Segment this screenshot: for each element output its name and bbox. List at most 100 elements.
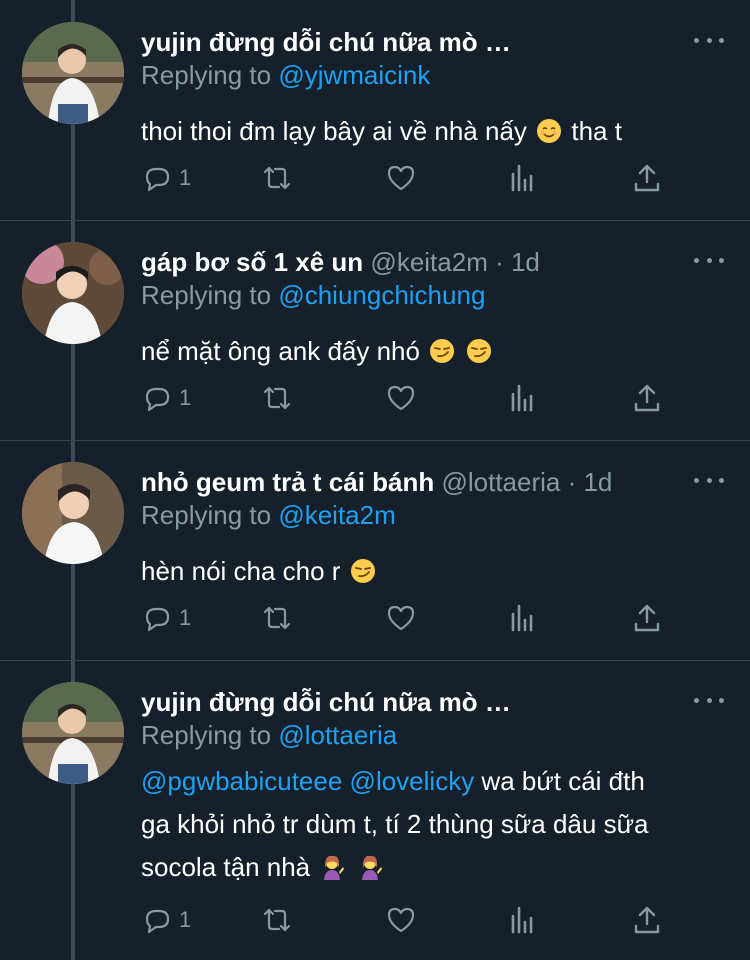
woman-tipping-hand-emoji: [361, 855, 382, 880]
smirk-emoji: [350, 559, 375, 583]
tweet-line-2: ga khỏi nhỏ tr dùm t, tí 2 thùng sữa dâu…: [141, 809, 649, 839]
heart-icon: [387, 605, 415, 631]
heart-icon: [387, 385, 415, 411]
replying-to: Replying to @keita2m: [141, 498, 396, 532]
replying-to: Replying to @chiungchichung: [141, 278, 485, 312]
tweet-item[interactable]: yujin đừng dỗi chú nữa mò … Replying to …: [0, 0, 750, 220]
tweet-text-tail: tha t: [564, 116, 622, 146]
tweet-body: nể mặt ông ank đấy nhó: [141, 330, 731, 373]
reply-count: 1: [179, 165, 192, 190]
replying-to-label: Replying to: [141, 280, 279, 310]
share-button[interactable]: [631, 900, 663, 940]
like-button[interactable]: [385, 598, 417, 638]
woman-tipping-hand-emoji: [324, 855, 345, 880]
avatar-photo: [22, 462, 124, 564]
tweet-item[interactable]: yujin đừng dỗi chú nữa mò … Replying to …: [0, 660, 750, 960]
tweet-text: nể mặt ông ank đấy nhó: [141, 336, 420, 366]
replying-to-label: Replying to: [141, 500, 279, 530]
tweet-body: thoi thoi đm lạy bây ai về nhà nấy tha t: [141, 110, 731, 153]
more-icon[interactable]: [692, 248, 726, 272]
display-name[interactable]: yujin đừng dỗi chú nữa mò …: [141, 687, 511, 717]
tweet-item[interactable]: gáp bơ số 1 xê un @keita2m · 1d Replying…: [0, 220, 750, 440]
like-button[interactable]: [385, 900, 417, 940]
retweet-button[interactable]: [261, 900, 293, 940]
heart-icon: [387, 165, 415, 191]
tweet-text: socola tận nhà: [141, 852, 311, 882]
avatar[interactable]: [22, 242, 124, 344]
replying-to-mention[interactable]: @keita2m: [278, 500, 395, 530]
analytics-button[interactable]: [507, 378, 539, 418]
body-mention[interactable]: @pgwbabicuteee: [141, 766, 342, 796]
reply-button[interactable]: 1: [141, 900, 191, 940]
retweet-icon: [263, 606, 291, 630]
display-name[interactable]: yujin đừng dỗi chú nữa mò …: [141, 27, 511, 57]
tweet-body: @pgwbabicuteee @lovelicky wa bứt cái đth…: [141, 760, 731, 889]
tweet-line-1: @pgwbabicuteee @lovelicky wa bứt cái đth: [141, 760, 731, 803]
reply-icon: [145, 909, 170, 934]
share-button[interactable]: [631, 598, 663, 638]
share-button[interactable]: [631, 158, 663, 198]
display-name[interactable]: gáp bơ số 1 xê un: [141, 247, 363, 277]
reply-icon: [145, 607, 170, 632]
tweet-actions: 1: [141, 900, 721, 940]
more-icon[interactable]: [692, 688, 726, 712]
analytics-icon: [511, 164, 533, 192]
reply-button[interactable]: 1: [141, 158, 191, 198]
analytics-icon: [511, 384, 533, 412]
tweet-header: yujin đừng dỗi chú nữa mò …: [141, 24, 681, 60]
more-icon[interactable]: [692, 28, 726, 52]
replying-to: Replying to @yjwmaicink: [141, 58, 430, 92]
share-icon: [634, 164, 660, 192]
tweet-header: nhỏ geum trả t cái bánh @lottaeria · 1d: [141, 464, 681, 500]
retweet-button[interactable]: [261, 158, 293, 198]
body-mention[interactable]: @lovelicky: [350, 766, 475, 796]
reply-count: 1: [179, 907, 192, 932]
reply-button[interactable]: 1: [141, 598, 191, 638]
more-icon[interactable]: [692, 468, 726, 492]
share-icon: [634, 604, 660, 632]
avatar[interactable]: [22, 22, 124, 124]
handle-and-time: @lottaeria · 1d: [434, 467, 613, 497]
tweet-actions: 1: [141, 378, 721, 418]
replying-to-mention[interactable]: @yjwmaicink: [278, 60, 430, 90]
retweet-icon: [263, 386, 291, 410]
reply-button[interactable]: 1: [141, 378, 191, 418]
avatar[interactable]: [22, 682, 124, 784]
retweet-icon: [263, 166, 291, 190]
display-name[interactable]: nhỏ geum trả t cái bánh: [141, 467, 434, 497]
tweet-header: yujin đừng dỗi chú nữa mò …: [141, 684, 681, 720]
tweet-text: thoi thoi đm lạy bây ai về nhà nấy: [141, 116, 527, 146]
reply-count: 1: [179, 605, 192, 630]
reply-icon: [145, 387, 170, 412]
avatar-photo: [22, 682, 124, 784]
avatar[interactable]: [22, 462, 124, 564]
share-icon: [634, 384, 660, 412]
tweet-body: hèn nói cha cho r: [141, 550, 731, 593]
replying-to-label: Replying to: [141, 720, 279, 750]
analytics-button[interactable]: [507, 598, 539, 638]
tweet-actions: 1: [141, 598, 721, 638]
avatar-photo: [22, 22, 124, 124]
like-button[interactable]: [385, 158, 417, 198]
replying-to-mention[interactable]: @lottaeria: [278, 720, 397, 750]
analytics-button[interactable]: [507, 900, 539, 940]
tweet-line-3: socola tận nhà: [141, 846, 731, 889]
retweet-button[interactable]: [261, 598, 293, 638]
share-button[interactable]: [631, 378, 663, 418]
share-icon: [634, 906, 660, 934]
analytics-button[interactable]: [507, 158, 539, 198]
heart-icon: [387, 907, 415, 933]
like-button[interactable]: [385, 378, 417, 418]
tweet-text: wa bứt cái đth: [474, 766, 645, 796]
analytics-icon: [511, 604, 533, 632]
reply-icon: [145, 167, 170, 192]
replying-to: Replying to @lottaeria: [141, 718, 397, 752]
smirk-emoji: [430, 339, 455, 363]
avatar-photo: [22, 242, 124, 344]
replying-to-mention[interactable]: @chiungchichung: [278, 280, 485, 310]
tweet-actions: 1: [141, 158, 721, 198]
relieved-smile-emoji: [537, 119, 562, 143]
retweet-button[interactable]: [261, 378, 293, 418]
tweet-text: hèn nói cha cho r: [141, 556, 341, 586]
tweet-item[interactable]: nhỏ geum trả t cái bánh @lottaeria · 1d …: [0, 440, 750, 660]
